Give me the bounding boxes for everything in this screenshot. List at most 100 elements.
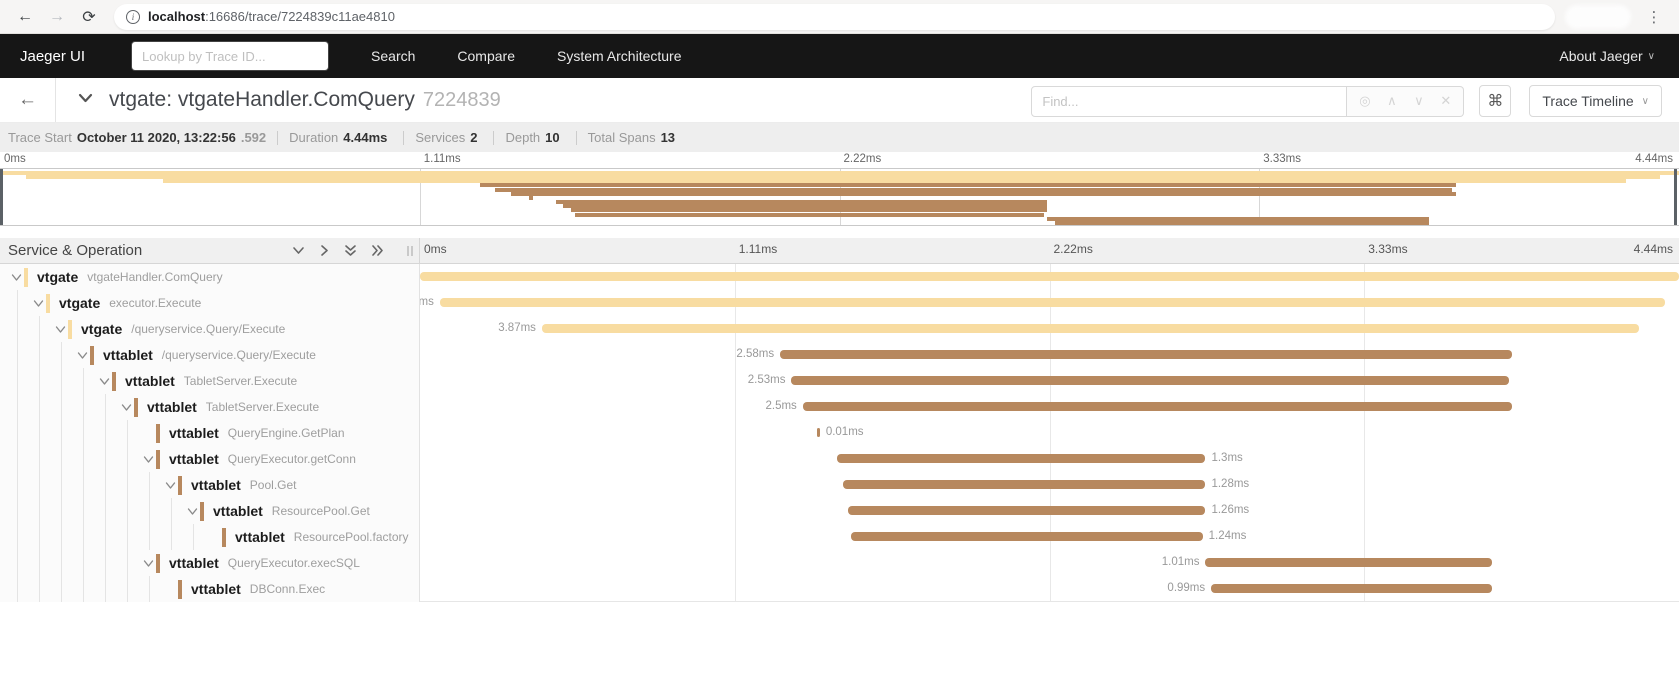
span-duration-label: 3.87ms bbox=[498, 322, 536, 334]
service-name: vttablet bbox=[191, 581, 241, 597]
span-timeline-cell[interactable]: 1.01ms bbox=[420, 550, 1679, 576]
span-collapse-icon[interactable] bbox=[162, 585, 178, 594]
url-text[interactable]: localhost:16686/trace/7224839c11ae4810 bbox=[148, 9, 395, 24]
expand-all-icon[interactable] bbox=[371, 244, 385, 257]
span-duration-bar[interactable] bbox=[542, 324, 1639, 333]
tree-indent-guides bbox=[8, 524, 206, 550]
focus-match-icon[interactable]: ◎ bbox=[1351, 87, 1378, 116]
span-timeline-cell[interactable]: 2.58ms bbox=[420, 342, 1679, 368]
clear-find-icon[interactable]: ✕ bbox=[1432, 87, 1459, 116]
minimap-span-bar bbox=[511, 192, 1456, 196]
span-timeline-cell[interactable]: 3.87ms bbox=[420, 316, 1679, 342]
span-collapse-icon[interactable] bbox=[96, 377, 112, 386]
summary-value-suffix: .592 bbox=[241, 130, 266, 145]
span-collapse-icon[interactable] bbox=[206, 533, 222, 542]
span-duration-bar[interactable] bbox=[1205, 558, 1491, 567]
span-duration-label: 2.53ms bbox=[748, 374, 786, 386]
minimap-left-scrubber[interactable] bbox=[0, 169, 3, 225]
span-tree-item[interactable]: vttablet /queryservice.Query/Execute bbox=[0, 342, 420, 368]
minimap-span-bar bbox=[529, 196, 533, 200]
span-tree-item[interactable]: vtgate /queryservice.Query/Execute bbox=[0, 316, 420, 342]
tree-indent-guides bbox=[8, 316, 52, 342]
address-bar[interactable]: i localhost:16686/trace/7224839c11ae4810 bbox=[114, 4, 1555, 30]
span-duration-bar[interactable] bbox=[848, 506, 1205, 515]
previous-match-icon[interactable]: ∧ bbox=[1378, 87, 1405, 116]
find-input[interactable] bbox=[1031, 86, 1347, 117]
span-collapse-icon[interactable] bbox=[140, 429, 156, 438]
span-duration-bar[interactable] bbox=[837, 454, 1206, 463]
span-timeline-cell[interactable]: ms bbox=[420, 290, 1679, 316]
span-collapse-icon[interactable] bbox=[52, 325, 68, 334]
span-collapse-icon[interactable] bbox=[140, 559, 156, 568]
tree-indent-guides bbox=[8, 576, 162, 602]
span-tree-item[interactable]: vttablet TabletServer.Execute bbox=[0, 394, 420, 420]
nav-link-search[interactable]: Search bbox=[371, 48, 415, 64]
span-collapse-icon[interactable] bbox=[162, 481, 178, 490]
span-tree-item[interactable]: vttablet TabletServer.Execute bbox=[0, 368, 420, 394]
browser-back-icon[interactable]: ← bbox=[12, 4, 38, 30]
span-timeline-cell[interactable]: 1.3ms bbox=[420, 446, 1679, 472]
span-duration-bar[interactable] bbox=[1211, 584, 1492, 593]
tick-label: 1.11ms bbox=[739, 242, 777, 256]
span-duration-bar[interactable] bbox=[817, 428, 820, 437]
trace-view-selector[interactable]: Trace Timeline ∨ bbox=[1529, 85, 1662, 117]
span-duration-bar[interactable] bbox=[440, 298, 1665, 307]
column-resize-grip[interactable] bbox=[407, 246, 413, 256]
span-timeline-cell[interactable] bbox=[420, 264, 1679, 290]
summary-item: Total Spans13 bbox=[588, 130, 680, 145]
span-duration-bar[interactable] bbox=[420, 272, 1679, 281]
span-tree-item[interactable]: vttablet ResourcePool.factory bbox=[0, 524, 420, 550]
collapse-trace-detail-icon[interactable] bbox=[78, 91, 93, 109]
browser-forward-icon[interactable]: → bbox=[44, 4, 70, 30]
span-duration-bar[interactable] bbox=[780, 350, 1512, 359]
browser-refresh-icon[interactable]: ⟳ bbox=[76, 4, 102, 30]
span-duration-bar[interactable] bbox=[851, 532, 1203, 541]
collapse-one-icon[interactable] bbox=[292, 245, 305, 256]
tick-label: 4.44ms bbox=[1634, 242, 1673, 256]
span-collapse-icon[interactable] bbox=[30, 299, 46, 308]
span-tree-item[interactable]: vttablet Pool.Get bbox=[0, 472, 420, 498]
trace-minimap[interactable] bbox=[0, 168, 1679, 226]
nav-link-system-architecture[interactable]: System Architecture bbox=[557, 48, 682, 64]
trace-id-lookup-input[interactable] bbox=[131, 41, 329, 71]
span-tree-item[interactable]: vttablet QueryEngine.GetPlan bbox=[0, 420, 420, 446]
span-tree-item[interactable]: vttablet QueryExecutor.execSQL bbox=[0, 550, 420, 576]
span-duration-label: 0.01ms bbox=[826, 426, 864, 438]
span-timeline-cell[interactable]: 0.99ms bbox=[420, 576, 1679, 602]
next-match-icon[interactable]: ∨ bbox=[1405, 87, 1432, 116]
span-collapse-icon[interactable] bbox=[184, 507, 200, 516]
span-timeline-cell[interactable]: 2.5ms bbox=[420, 394, 1679, 420]
span-timeline-cell[interactable]: 0.01ms bbox=[420, 420, 1679, 446]
service-name: vttablet bbox=[125, 373, 175, 389]
span-duration-bar[interactable] bbox=[803, 402, 1512, 411]
span-collapse-icon[interactable] bbox=[140, 455, 156, 464]
span-timeline-cell[interactable]: 1.26ms bbox=[420, 498, 1679, 524]
span-tree-item[interactable]: vttablet DBConn.Exec bbox=[0, 576, 420, 602]
jaeger-logo[interactable]: Jaeger UI bbox=[20, 48, 85, 65]
span-timeline-cell[interactable]: 2.53ms bbox=[420, 368, 1679, 394]
span-tree-item[interactable]: vtgate vtgateHandler.ComQuery bbox=[0, 264, 420, 290]
back-button[interactable]: ← bbox=[0, 78, 56, 122]
minimap-right-scrubber[interactable] bbox=[1674, 169, 1677, 225]
service-name: vttablet bbox=[191, 477, 241, 493]
span-tree-item[interactable]: vtgate executor.Execute bbox=[0, 290, 420, 316]
browser-toolbar: ← → ⟳ i localhost:16686/trace/7224839c11… bbox=[0, 0, 1679, 34]
span-collapse-icon[interactable] bbox=[8, 273, 24, 282]
span-tree-item[interactable]: vttablet ResourcePool.Get bbox=[0, 498, 420, 524]
span-duration-bar[interactable] bbox=[791, 376, 1508, 385]
span-collapse-icon[interactable] bbox=[118, 403, 134, 412]
keyboard-shortcuts-button[interactable]: ⌘ bbox=[1479, 85, 1511, 117]
span-timeline-cell[interactable]: 1.28ms bbox=[420, 472, 1679, 498]
collapse-all-icon[interactable] bbox=[344, 244, 357, 258]
span-tree-item[interactable]: vttablet QueryExecutor.getConn bbox=[0, 446, 420, 472]
span-duration-bar[interactable] bbox=[843, 480, 1206, 489]
nav-link-compare[interactable]: Compare bbox=[457, 48, 515, 64]
page-info-icon[interactable]: i bbox=[126, 10, 140, 24]
browser-menu-icon[interactable]: ⋮ bbox=[1641, 4, 1667, 30]
trace-id: 7224839 bbox=[423, 89, 501, 111]
expand-one-icon[interactable] bbox=[319, 244, 330, 257]
span-collapse-icon[interactable] bbox=[74, 351, 90, 360]
span-timeline-cell[interactable]: 1.24ms bbox=[420, 524, 1679, 550]
about-jaeger-menu[interactable]: About Jaeger ∨ bbox=[1559, 48, 1655, 64]
service-name: vttablet bbox=[169, 451, 219, 467]
